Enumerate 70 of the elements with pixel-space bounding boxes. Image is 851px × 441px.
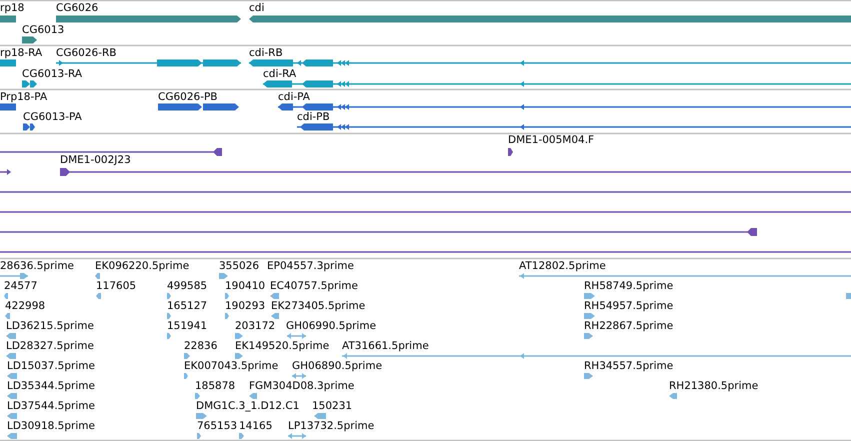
feature-label: 14165 [239,420,272,432]
feature-label: 203172 [235,320,276,332]
feature-label: DMG1C.3_1.D12.C1 [196,400,300,412]
feature-label: 150231 [312,400,352,412]
feature-glyph[interactable] [0,228,757,236]
feature-label: GH06990.5prime [286,320,376,332]
feature-label: 151941 [167,320,208,332]
feature-label: cdi-RA [263,68,296,80]
feature-label: 28636.5prime [0,260,74,272]
feature-label: Prp18-PA [0,91,48,103]
feature-label: cdi-PA [278,91,310,103]
feature-label: 22836 [184,340,218,352]
feature-label: LD28327.5prime [6,340,94,352]
feature-glyph[interactable] [249,60,851,66]
feature-label: 190293 [225,300,266,312]
feature-label: rp18 [0,2,24,14]
feature-label: EK149520.5prime [235,340,330,352]
feature-label: 765153 [197,420,238,432]
feature-label: cdi-PB [297,111,330,123]
feature-label: 499585 [167,280,208,292]
feature-label: CG6013 [22,24,64,36]
feature-label: CG6013-PA [23,111,82,123]
feature-label: CG6026-RB [56,47,116,59]
feature-label: cdi-RB [249,47,283,59]
feature-glyph[interactable] [297,124,851,130]
feature-label: rp18-RA [0,47,42,59]
feature-label: 117605 [96,280,136,292]
feature-glyph[interactable] [22,80,37,88]
feature-label: EP04557.3prime [267,260,354,272]
feature-label: 185878 [195,380,236,392]
feature-glyph[interactable] [508,148,513,156]
feature-label: LD36215.5prime [6,320,94,332]
feature-label: LD15037.5prime [7,360,95,372]
feature-glyph[interactable] [56,60,241,66]
feature-glyph[interactable] [158,104,239,110]
feature-label: LD30918.5prime [7,420,95,432]
feature-label: RH54957.5prime [584,300,674,312]
feature-label: DME1-002J23 [60,154,131,166]
feature-glyph[interactable] [22,36,37,44]
feature-label: EK007043.5prime [184,360,278,372]
feature-label: DME1-005M04.F [508,134,594,146]
feature-label: FGM304D08.3prime [249,380,354,392]
feature-label: 422998 [5,300,46,312]
feature-label: RH58749.5prime [584,280,674,292]
feature-glyph[interactable] [278,104,851,110]
feature-label: GH06890.5prime [292,360,382,372]
feature-label: 190410 [225,280,266,292]
feature-label: LD37544.5prime [7,400,95,412]
feature-label: LD35344.5prime [7,380,95,392]
feature-label: AT31661.5prime [342,340,429,352]
feature-label: EC40757.5prime [270,280,358,292]
feature-glyph[interactable] [0,169,11,175]
feature-glyph[interactable] [23,124,35,130]
feature-label: 24577 [4,280,38,292]
feature-glyph[interactable] [60,168,851,176]
feature-label: 355026 [219,260,260,272]
feature-label: EK096220.5prime [95,260,190,272]
feature-label: CG6013-RA [22,68,82,80]
feature-glyph[interactable] [263,80,851,88]
feature-label: RH22867.5prime [584,320,674,332]
feature-label: CG6026 [56,2,98,14]
feature-glyph[interactable] [0,148,222,156]
feature-label: RH21380.5prime [669,380,758,392]
feature-label: RH34557.5prime [584,360,674,372]
feature-label: AT12802.5prime [519,260,606,272]
feature-label: EK273405.5prime [271,300,366,312]
feature-label: LP13732.5prime [288,420,374,432]
feature-label: 165127 [167,300,208,312]
feature-label: cdi [249,2,264,14]
feature-label: CG6026-PB [158,91,218,103]
